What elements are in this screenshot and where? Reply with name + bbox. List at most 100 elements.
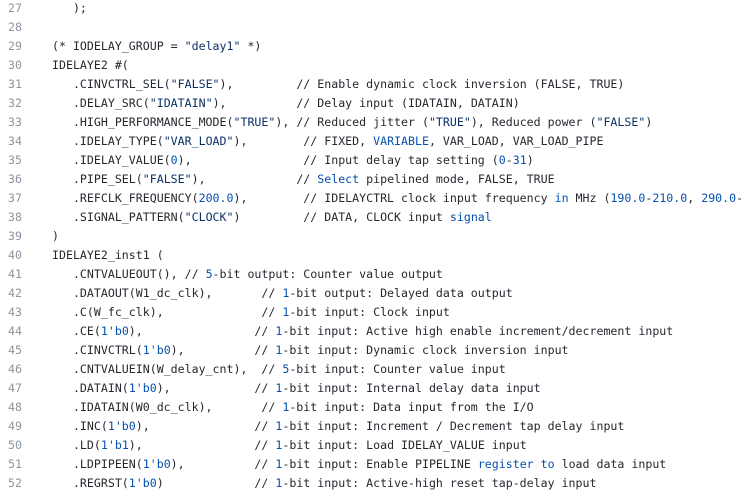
code-text: .IDELAY_VALUE(0), // Input delay tap set… xyxy=(52,151,534,170)
line-number: 51 xyxy=(8,457,22,471)
code-token: -bit input: Load IDELAY_VALUE input xyxy=(282,438,527,452)
code-line: 36 .PIPE_SEL("FALSE"), // Select pipelin… xyxy=(0,170,744,189)
code-token: ), // Input delay tap setting ( xyxy=(177,153,499,167)
code-token: Select xyxy=(317,172,360,186)
code-token: 210.0 xyxy=(652,191,688,205)
code-token: IDELAYE2 #( xyxy=(52,58,129,72)
code-line: 33 .HIGH_PERFORMANCE_MODE("TRUE"), // Re… xyxy=(0,113,744,132)
code-token: register xyxy=(477,457,534,471)
line-number: 52 xyxy=(8,476,22,490)
code-token: - xyxy=(505,153,513,167)
code-token: "CLOCK" xyxy=(184,210,234,224)
line-number: 39 xyxy=(8,229,22,243)
code-token: 1'b0 xyxy=(100,324,129,338)
code-token: 1'b0 xyxy=(142,343,171,357)
line-number: 48 xyxy=(8,400,22,414)
code-token: MHz ( xyxy=(568,191,611,205)
code-token: 200.0 xyxy=(198,191,234,205)
code-text: .DATAOUT(W1_dc_clk), // 1-bit output: De… xyxy=(52,284,513,303)
code-token: .REGRST( xyxy=(52,476,129,490)
code-text: .LDPIPEEN(1'b0), // 1-bit input: Enable … xyxy=(52,455,666,474)
code-token: .PIPE_SEL( xyxy=(52,172,143,186)
code-token: -bit input: Counter value input xyxy=(289,362,506,376)
code-token: .LDPIPEEN( xyxy=(52,457,143,471)
code-line: 50 .LD(1'b1), // 1-bit input: Load IDELA… xyxy=(0,436,744,455)
code-view[interactable]: 27 ); 28 29 (* IODELAY_GROUP = "delay1" *) 3… xyxy=(0,0,744,493)
code-token: .INC( xyxy=(52,419,108,433)
code-token: "FALSE" xyxy=(142,172,192,186)
code-token: ) xyxy=(526,153,534,167)
code-token: -bit input: Data input from the I/O xyxy=(289,400,534,414)
code-line: 47 .DATAIN(1'b0), // 1-bit input: Intern… xyxy=(0,379,744,398)
line-number: 50 xyxy=(8,438,22,452)
code-token: -bit output: Delayed data output xyxy=(289,286,513,300)
code-token: 1'b1 xyxy=(100,438,129,452)
code-token: 1'b0 xyxy=(107,419,136,433)
code-token: 5 xyxy=(205,267,213,281)
line-number: 34 xyxy=(8,134,22,148)
code-token: 290.0 xyxy=(701,191,737,205)
line-number: 37 xyxy=(8,191,22,205)
code-text: .C(W_fc_clk), // 1-bit input: Clock inpu… xyxy=(52,303,450,322)
code-line: 32 .DELAY_SRC("IDATAIN"), // Delay input… xyxy=(0,94,744,113)
code-text: .CINVCTRL_SEL("FALSE"), // Enable dynami… xyxy=(52,75,624,94)
code-line: 31 .CINVCTRL_SEL("FALSE"), // Enable dyn… xyxy=(0,75,744,94)
code-token: "VAR_LOAD" xyxy=(163,134,234,148)
code-line: 37 .REFCLK_FREQUENCY(200.0), // IDELAYCT… xyxy=(0,189,744,208)
code-token: ) xyxy=(645,115,653,129)
code-token: .C(W_fc_clk), // xyxy=(52,305,283,319)
code-text: .LD(1'b1), // 1-bit input: Load IDELAY_V… xyxy=(52,436,527,455)
code-token: 1'b0 xyxy=(142,457,171,471)
code-line: 41 .CNTVALUEOUT(), // 5-bit output: Coun… xyxy=(0,265,744,284)
code-token: -bit output: Counter value output xyxy=(212,267,443,281)
code-token: 1'b0 xyxy=(128,381,157,395)
code-token: .CINVCTRL_SEL( xyxy=(52,77,171,91)
line-number: 29 xyxy=(8,39,22,53)
line-number: 40 xyxy=(8,248,22,262)
code-token: ), // xyxy=(128,438,276,452)
code-token: .HIGH_PERFORMANCE_MODE( xyxy=(52,115,234,129)
code-text: .CNTVALUEOUT(), // 5-bit output: Counter… xyxy=(52,265,443,284)
code-token: "TRUE" xyxy=(428,115,471,129)
code-line: 42 .DATAOUT(W1_dc_clk), // 1-bit output:… xyxy=(0,284,744,303)
line-number: 35 xyxy=(8,153,22,167)
code-token: "FALSE" xyxy=(596,115,646,129)
line-number: 41 xyxy=(8,267,22,281)
code-token: .CNTVALUEIN(W_delay_cnt), // xyxy=(52,362,283,376)
line-number: 38 xyxy=(8,210,22,224)
code-token: .DATAOUT(W1_dc_clk), // xyxy=(52,286,283,300)
code-token: ), // xyxy=(170,457,276,471)
code-line: 51 .LDPIPEEN(1'b0), // 1-bit input: Enab… xyxy=(0,455,744,474)
code-line: 44 .CE(1'b0), // 1-bit input: Active hig… xyxy=(0,322,744,341)
code-token: .IDATAIN(W0_dc_clk), // xyxy=(52,400,283,414)
code-token: pipelined mode, FALSE, TRUE xyxy=(359,172,555,186)
code-text: .REGRST(1'b0) // 1-bit input: Active-hig… xyxy=(52,474,597,493)
code-text: .INC(1'b0), // 1-bit input: Increment / … xyxy=(52,417,624,436)
code-token: in xyxy=(554,191,569,205)
code-line: 30 IDELAYE2 #( xyxy=(0,56,744,75)
code-token: *) xyxy=(240,39,262,53)
code-token: IDELAYE2_inst1 ( xyxy=(52,248,164,262)
code-token: ), // xyxy=(156,381,276,395)
code-token: -bit input: Enable PIPELINE xyxy=(282,457,478,471)
code-token: .CNTVALUEOUT(), // xyxy=(52,267,206,281)
code-token: ), // xyxy=(128,324,276,338)
code-text: ) xyxy=(52,227,59,246)
code-text: .CINVCTRL(1'b0), // 1-bit input: Dynamic… xyxy=(52,341,569,360)
code-line: 40 IDELAYE2_inst1 ( xyxy=(0,246,744,265)
code-token: ), // xyxy=(191,172,318,186)
code-text: .IDELAY_TYPE("VAR_LOAD"), // FIXED, VARI… xyxy=(52,132,604,151)
code-token: ), Reduced power ( xyxy=(470,115,597,129)
code-token: "IDATAIN" xyxy=(149,96,213,110)
code-text: .DELAY_SRC("IDATAIN"), // Delay input (I… xyxy=(52,94,520,113)
code-token: to xyxy=(540,457,555,471)
line-number: 32 xyxy=(8,96,22,110)
code-token: -bit input: Active high enable increment… xyxy=(282,324,674,338)
code-line: 49 .INC(1'b0), // 1-bit input: Increment… xyxy=(0,417,744,436)
code-token: ) // DATA, CLOCK input xyxy=(233,210,450,224)
code-token: ), // Reduced jitter ( xyxy=(275,115,429,129)
code-token: ), // xyxy=(135,419,276,433)
code-token: -bit input: Clock input xyxy=(289,305,450,319)
code-line: 39) xyxy=(0,227,744,246)
